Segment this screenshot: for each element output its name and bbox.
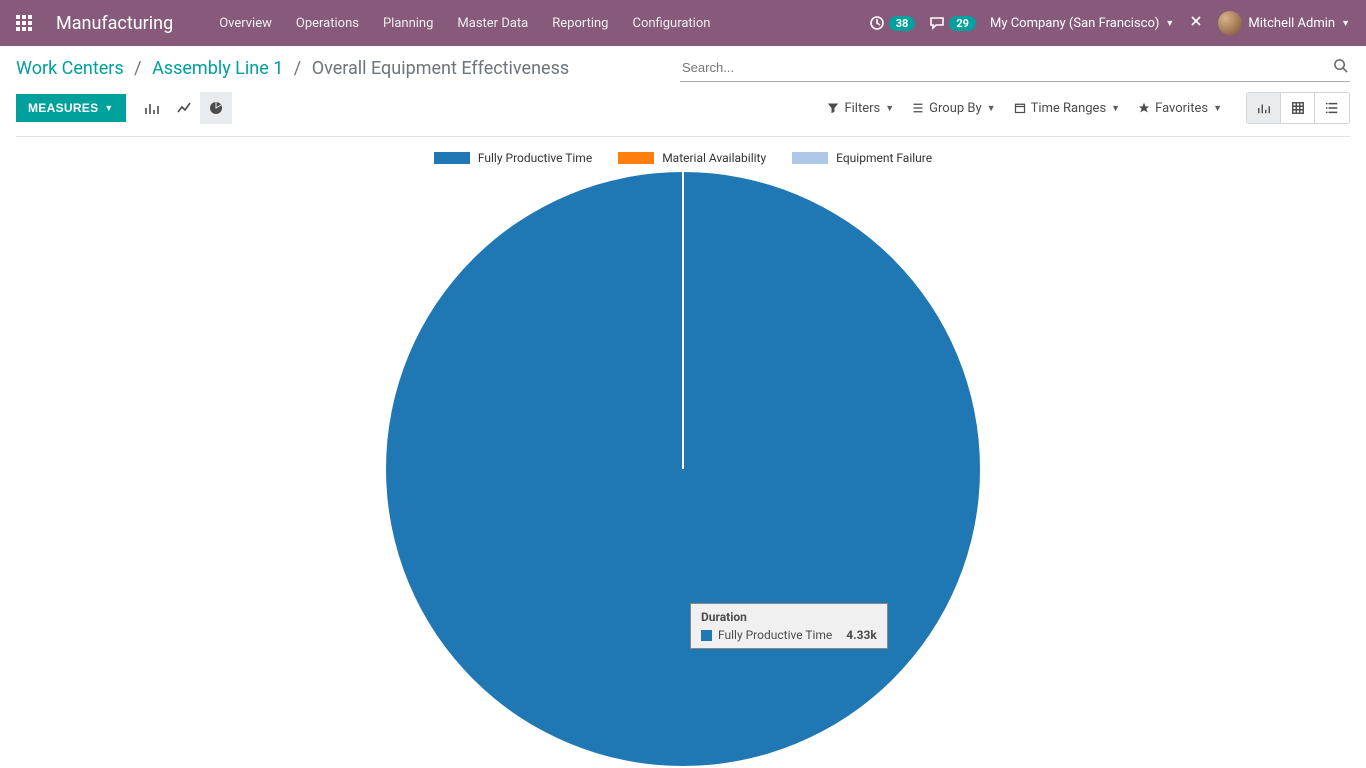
menu-master-data[interactable]: Master Data	[447, 10, 538, 37]
company-name: My Company (San Francisco)	[990, 16, 1159, 31]
pie-chart: Duration Fully Productive Time 4.33k	[0, 171, 1366, 767]
list-view-button[interactable]	[1315, 93, 1349, 123]
calendar-icon	[1014, 102, 1026, 114]
caret-down-icon: ▼	[1165, 18, 1174, 29]
legend-swatch	[792, 152, 828, 164]
tooltip-swatch	[701, 630, 712, 641]
pie-chart-button[interactable]	[200, 92, 232, 124]
menu-reporting[interactable]: Reporting	[542, 10, 618, 37]
messages-count: 29	[949, 16, 976, 31]
top-navbar: Manufacturing Overview Operations Planni…	[0, 0, 1366, 46]
chart-legend: Fully Productive Time Material Availabil…	[0, 151, 1366, 165]
chart-area: Fully Productive Time Material Availabil…	[0, 137, 1366, 767]
bar-chart-icon	[144, 100, 160, 116]
line-chart-icon	[176, 100, 192, 116]
bar-chart-icon	[1257, 101, 1271, 115]
table-icon	[1291, 101, 1305, 115]
menu-operations[interactable]: Operations	[286, 10, 369, 37]
list-icon	[912, 102, 924, 114]
legend-item-material-availability[interactable]: Material Availability	[618, 151, 766, 165]
search-options: Filters ▼ Group By ▼ Time Ranges ▼ Favor…	[827, 101, 1222, 116]
legend-item-equipment-failure[interactable]: Equipment Failure	[792, 151, 932, 165]
favorites-label: Favorites	[1155, 101, 1208, 116]
search-icon[interactable]	[1333, 58, 1348, 77]
avatar	[1218, 11, 1242, 35]
pie-chart-icon	[208, 100, 224, 116]
menu-planning[interactable]: Planning	[373, 10, 443, 37]
time-ranges-menu[interactable]: Time Ranges ▼	[1014, 101, 1121, 116]
activities-button[interactable]: 38	[869, 15, 916, 31]
menu-configuration[interactable]: Configuration	[622, 10, 720, 37]
legend-swatch	[618, 152, 654, 164]
caret-down-icon: ▼	[1111, 103, 1120, 114]
funnel-icon	[827, 102, 839, 114]
breadcrumb: Work Centers / Assembly Line 1 / Overall…	[16, 58, 569, 79]
activities-count: 38	[889, 16, 916, 31]
main-menu: Overview Operations Planning Master Data…	[209, 10, 869, 37]
pivot-view-button[interactable]	[1281, 93, 1315, 123]
debug-icon[interactable]	[1188, 13, 1204, 33]
filters-label: Filters	[844, 101, 880, 116]
group-by-menu[interactable]: Group By ▼	[912, 101, 995, 116]
breadcrumb-assembly-line[interactable]: Assembly Line 1	[152, 58, 283, 79]
tooltip-title: Duration	[701, 610, 877, 624]
legend-label: Equipment Failure	[836, 151, 932, 165]
company-switcher[interactable]: My Company (San Francisco) ▼	[990, 16, 1174, 31]
apps-icon[interactable]	[16, 15, 32, 31]
pie-svg[interactable]	[385, 171, 981, 767]
graph-view-button[interactable]	[1247, 93, 1281, 123]
chart-tooltip: Duration Fully Productive Time 4.33k	[690, 603, 888, 649]
app-title: Manufacturing	[56, 13, 173, 34]
clock-icon	[869, 15, 885, 31]
filters-menu[interactable]: Filters ▼	[827, 101, 894, 116]
user-menu[interactable]: Mitchell Admin ▼	[1218, 11, 1350, 35]
chat-icon	[929, 15, 945, 31]
messages-button[interactable]: 29	[929, 15, 976, 31]
group-by-label: Group By	[929, 101, 982, 116]
legend-swatch	[434, 152, 470, 164]
control-panel: Work Centers / Assembly Line 1 / Overall…	[0, 46, 1366, 137]
caret-down-icon: ▼	[1341, 18, 1350, 29]
time-ranges-label: Time Ranges	[1031, 101, 1107, 116]
caret-down-icon: ▼	[987, 103, 996, 114]
star-icon	[1138, 102, 1150, 114]
view-switcher	[1246, 92, 1350, 124]
caret-down-icon: ▼	[1213, 103, 1222, 114]
legend-item-fully-productive[interactable]: Fully Productive Time	[434, 151, 592, 165]
line-chart-button[interactable]	[168, 92, 200, 124]
caret-down-icon: ▼	[885, 103, 894, 114]
breadcrumb-current: Overall Equipment Effectiveness	[312, 58, 569, 79]
favorites-menu[interactable]: Favorites ▼	[1138, 101, 1222, 116]
list-icon	[1325, 101, 1339, 115]
systray: 38 29 My Company (San Francisco) ▼ Mitch…	[869, 11, 1350, 35]
breadcrumb-work-centers[interactable]: Work Centers	[16, 58, 124, 79]
legend-label: Fully Productive Time	[478, 151, 592, 165]
breadcrumb-separator: /	[134, 58, 141, 79]
measures-label: MEASURES	[28, 101, 98, 115]
search-input[interactable]	[680, 54, 1350, 82]
bar-chart-button[interactable]	[136, 92, 168, 124]
legend-label: Material Availability	[662, 151, 766, 165]
breadcrumb-separator: /	[294, 58, 301, 79]
menu-overview[interactable]: Overview	[209, 10, 282, 37]
search-bar	[680, 54, 1350, 82]
user-name: Mitchell Admin	[1248, 16, 1335, 31]
measures-button[interactable]: MEASURES ▼	[16, 94, 126, 122]
tooltip-series-label: Fully Productive Time	[718, 628, 832, 642]
caret-down-icon: ▼	[104, 103, 113, 113]
tooltip-value: 4.33k	[846, 628, 877, 642]
chart-type-switcher	[136, 92, 232, 124]
